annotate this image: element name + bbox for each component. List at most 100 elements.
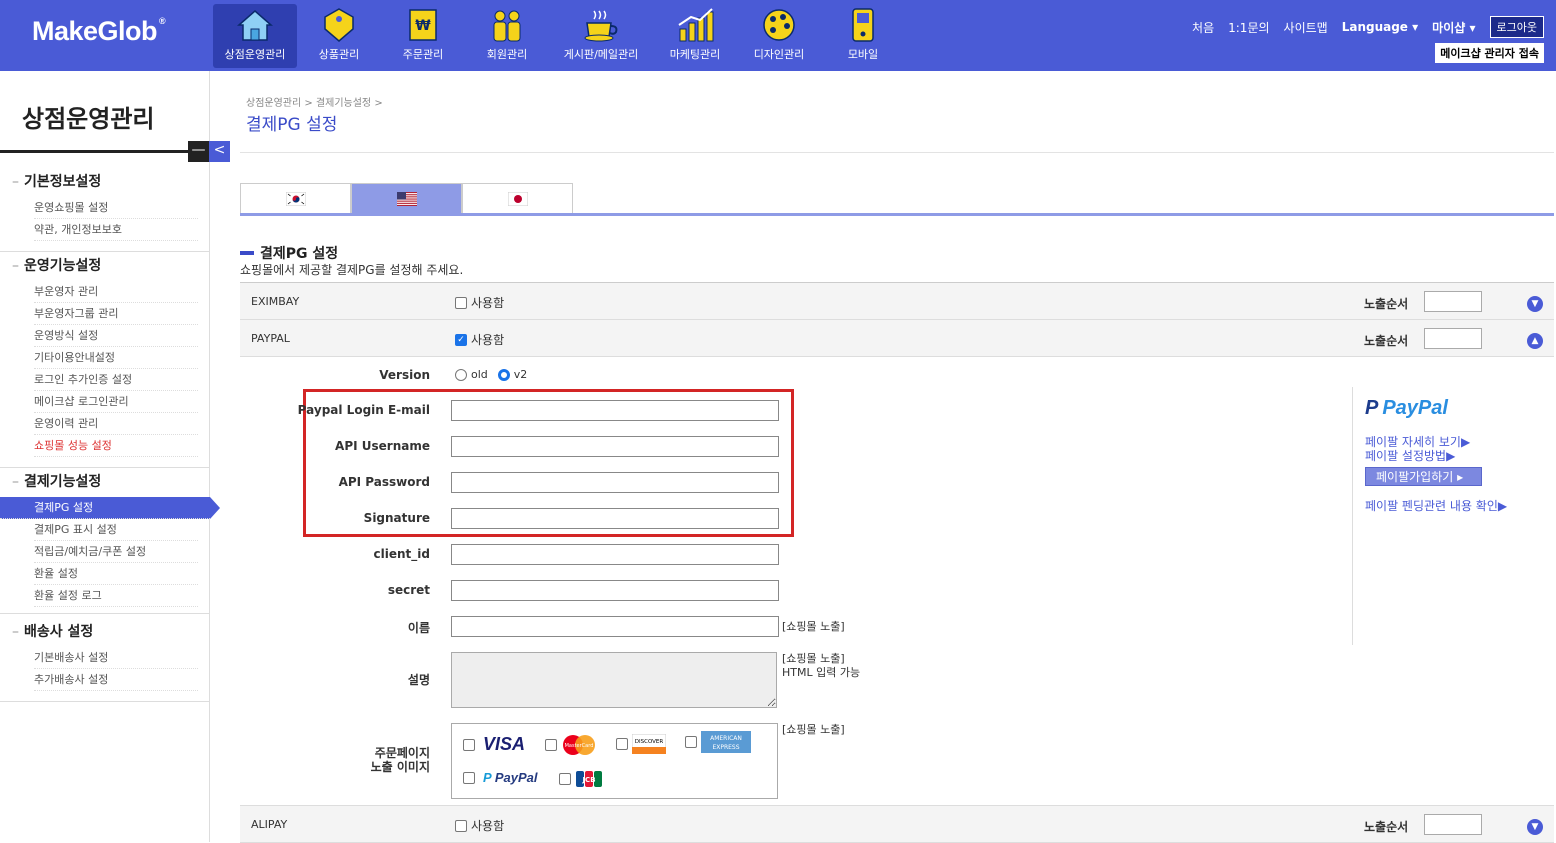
card-option-paypal[interactable]: P PayPal	[463, 770, 537, 785]
nav-design[interactable]: 디자인관리	[737, 4, 821, 68]
checkbox-checked-icon: ✓	[455, 333, 467, 346]
expand-arrow-icon[interactable]: ▼	[1527, 819, 1543, 835]
use-label: 사용함	[471, 333, 505, 347]
sidebar-item-pg-display[interactable]: 결제PG 표시 설정	[34, 519, 198, 541]
order-image-label-1: 주문페이지	[374, 746, 430, 760]
sidebar-group-operation: – 운영기능설정 부운영자 관리 부운영자그룹 관리 운영방식 설정 기타이용안내…	[0, 251, 210, 468]
secret-input[interactable]	[451, 580, 779, 601]
palette-icon	[759, 6, 799, 44]
heading-bar	[240, 251, 254, 255]
paypal-order-input[interactable]	[1424, 328, 1482, 349]
card-option-mastercard[interactable]: MasterCard	[545, 734, 597, 756]
amex-logo-icon: AMERICAN EXPRESS	[701, 731, 751, 753]
eximbay-use-checkbox[interactable]: 사용함	[455, 294, 504, 311]
client-id-input[interactable]	[451, 544, 779, 565]
coffee-cup-icon	[581, 6, 621, 44]
inquiry-link[interactable]: 1:1문의	[1228, 19, 1269, 36]
language-dropdown[interactable]: Language ▾	[1342, 20, 1418, 34]
sidebar-item-operation-history[interactable]: 운영이력 관리	[34, 413, 198, 435]
paypal-setup-link[interactable]: 페이팔 설정방법▶	[1365, 447, 1455, 464]
sitemap-link[interactable]: 사이트맵	[1284, 19, 1328, 36]
expand-arrow-icon[interactable]: ▼	[1527, 296, 1543, 312]
home-link[interactable]: 처음	[1192, 19, 1214, 36]
checkbox-icon	[545, 739, 557, 751]
order-label: 노출순서	[1364, 820, 1409, 834]
section-title: 결제PG 설정	[260, 246, 339, 262]
alipay-use-checkbox[interactable]: 사용함	[455, 817, 504, 834]
sidebar-item-default-courier[interactable]: 기본배송사 설정	[34, 647, 198, 669]
paypal-email-input[interactable]	[451, 400, 779, 421]
signature-input[interactable]	[451, 508, 779, 529]
version-v2-radio[interactable]	[497, 368, 510, 381]
sidebar-item-terms-privacy[interactable]: 약관, 개인정보보호	[34, 219, 198, 241]
sidebar-item-exchange-log[interactable]: 환율 설정 로그	[34, 585, 198, 607]
paypal-logo-icon: P PayPal	[483, 770, 538, 785]
card-option-discover[interactable]: DISCOVER	[616, 734, 666, 754]
sidebar-item-operating-mall[interactable]: 운영쇼핑몰 설정	[34, 197, 198, 219]
paypal-use-checkbox[interactable]: ✓ 사용함	[455, 331, 504, 348]
tab-usa[interactable]	[351, 183, 462, 214]
sidebar-group-title[interactable]: – 배송사 설정	[0, 617, 210, 647]
nav-product[interactable]: 상품관리	[297, 4, 381, 68]
version-old-label: old	[471, 368, 488, 381]
version-old-radio[interactable]	[455, 368, 467, 381]
order-image-note: [쇼핑몰 노출]	[782, 723, 845, 736]
collapse-arrow-icon[interactable]: ▲	[1527, 333, 1543, 349]
makeglob-logo[interactable]: MakeGlob ®	[32, 16, 166, 47]
sidebar-group-delivery: – 배송사 설정 기본배송사 설정 추가배송사 설정	[0, 617, 210, 702]
title-divider	[240, 152, 1554, 153]
language-tabs	[240, 183, 573, 214]
pg-row-paypal: PAYPAL ✓ 사용함 노출순서 ▲	[240, 320, 1554, 357]
name-input[interactable]	[451, 616, 779, 637]
pg-name: ALIPAY	[251, 818, 288, 831]
api-username-input[interactable]	[451, 436, 779, 457]
card-option-visa[interactable]: VISA	[463, 734, 525, 755]
nav-order[interactable]: ₩ 주문관리	[381, 4, 465, 68]
sidebar-group-title[interactable]: – 기본정보설정	[0, 167, 210, 197]
pg-name: PAYPAL	[251, 332, 290, 345]
sidebar-item-points-coupon[interactable]: 적립금/예치금/쿠폰 설정	[34, 541, 198, 563]
api-password-input[interactable]	[451, 472, 779, 493]
nav-mobile[interactable]: 모바일	[821, 4, 905, 68]
korea-flag-icon	[285, 192, 306, 206]
sidebar-item-extra-courier[interactable]: 추가배송사 설정	[34, 669, 198, 691]
sidebar-item-payment-pg[interactable]: 결제PG 설정	[0, 497, 220, 519]
card-option-jcb[interactable]: JCB	[559, 770, 603, 788]
sidebar-item-sub-operator[interactable]: 부운영자 관리	[34, 281, 198, 303]
alipay-order-input[interactable]	[1424, 814, 1482, 835]
order-image-label-2: 노출 이미지	[370, 760, 430, 774]
svg-text:JCB: JCB	[581, 776, 595, 784]
nav-member[interactable]: 회원관리	[465, 4, 549, 68]
svg-text:DISCOVER: DISCOVER	[635, 739, 664, 745]
admin-access-button[interactable]: 메이크샵 관리자 접속	[1435, 43, 1544, 63]
tab-japan[interactable]	[462, 183, 573, 214]
collapse-all-button[interactable]: —	[188, 141, 209, 162]
sidebar-item-sub-operator-group[interactable]: 부운영자그룹 관리	[34, 303, 198, 325]
checkbox-icon	[463, 771, 475, 784]
hide-sidebar-button[interactable]: <	[209, 141, 230, 162]
nav-board-mail[interactable]: 게시판/메일관리	[549, 4, 653, 68]
paypal-detail-panel: Version old v2 Paypal Login E-mail API U…	[240, 357, 1554, 806]
usa-flag-icon	[396, 192, 417, 206]
paypal-pending-link[interactable]: 페이팔 펜딩관련 내용 확인▶	[1365, 497, 1507, 514]
sidebar-item-performance[interactable]: 쇼핑몰 성능 설정	[34, 435, 198, 457]
sidebar-item-login-auth[interactable]: 로그인 추가인증 설정	[34, 369, 198, 391]
myshop-dropdown[interactable]: 마이샵 ▾	[1432, 19, 1475, 36]
sidebar-group-title[interactable]: – 운영기능설정	[0, 251, 210, 281]
description-textarea[interactable]	[451, 652, 777, 708]
nav-marketing[interactable]: 마케팅관리	[653, 4, 737, 68]
sidebar-item-makeshop-login[interactable]: 메이크샵 로그인관리	[34, 391, 198, 413]
paypal-join-button[interactable]: 페이팔가입하기 ▸	[1365, 467, 1482, 486]
sidebar-item-misc-guide[interactable]: 기타이용안내설정	[34, 347, 198, 369]
use-label: 사용함	[471, 296, 505, 310]
sidebar-item-exchange-rate[interactable]: 환율 설정	[34, 563, 198, 585]
nav-store-operation[interactable]: 상점운영관리	[213, 4, 297, 68]
tab-korea[interactable]	[240, 183, 351, 214]
bar-chart-icon	[675, 6, 715, 44]
sidebar-group-title[interactable]: – 결제기능설정	[0, 467, 210, 497]
eximbay-order-input[interactable]	[1424, 291, 1482, 312]
nav-label: 상점운영관리	[224, 48, 286, 61]
sidebar-item-operation-mode[interactable]: 운영방식 설정	[34, 325, 198, 347]
card-option-amex[interactable]: AMERICAN EXPRESS	[685, 731, 751, 753]
logout-button[interactable]: 로그아웃	[1489, 16, 1544, 38]
